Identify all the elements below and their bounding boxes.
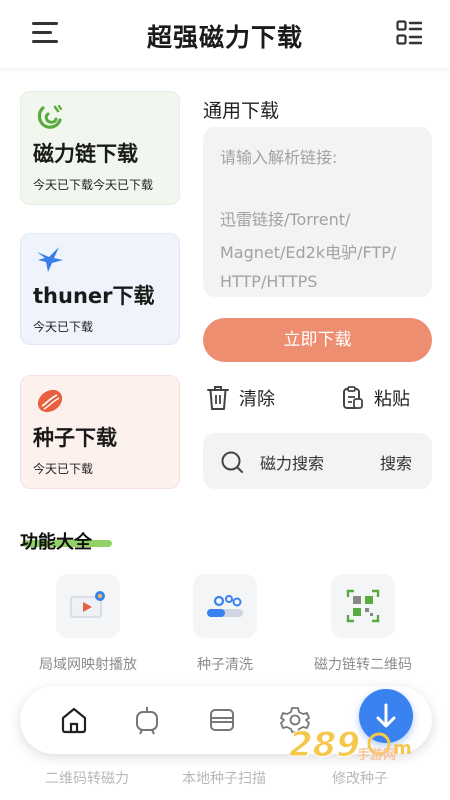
placeholder-line: 请输入解析链接: [220, 148, 338, 167]
feature-label: 二维码转磁力 [45, 771, 129, 787]
clipboard-icon [343, 386, 363, 409]
general-download-label: 通用下载 [203, 100, 280, 122]
paste-button[interactable]: 粘贴 [342, 384, 410, 412]
tv-icon[interactable] [131, 704, 163, 736]
clear-label: 清除 [239, 389, 275, 410]
list-icon[interactable] [206, 704, 238, 736]
watermark-text: 手游网 [357, 748, 397, 763]
app-header: 超强磁力下载 [0, 0, 450, 68]
feature-cast-play[interactable]: 局域网映射播放 [23, 574, 153, 674]
magnet-download-card[interactable]: 磁力链下载 今天已下载今天已下载 [20, 91, 180, 205]
list-view-icon[interactable] [396, 20, 423, 46]
feature-label: 局域网映射播放 [39, 657, 137, 673]
card-title: 种子下载 [33, 426, 117, 450]
feature-label: 种子清洗 [197, 657, 253, 673]
feature-seed-clean[interactable]: 种子清洗 [160, 574, 290, 674]
feature-label: 磁力链转二维码 [314, 657, 412, 673]
link-input[interactable]: 请输入解析链接: 迅雷链接/Torrent/ Magnet/Ed2k电驴/FTP… [203, 127, 432, 297]
svg-text:289: 289 [289, 725, 360, 765]
feature-label: 本地种子扫描 [182, 771, 266, 787]
card-subtitle: 今天已下载 [33, 462, 94, 476]
card-title: thuner下载 [33, 284, 155, 308]
thunder-bird-icon [35, 244, 65, 274]
clear-button[interactable]: 清除 [207, 384, 275, 412]
seed-download-card[interactable]: 种子下载 今天已下载 [20, 375, 180, 489]
search-button[interactable]: 搜索 [380, 450, 412, 474]
thunder-download-card[interactable]: thuner下载 今天已下载 [20, 233, 180, 345]
placeholder-line: HTTP/HTTPS [220, 272, 318, 291]
feature-label: 修改种子 [332, 771, 388, 787]
seed-clean-icon [193, 574, 257, 638]
home-icon[interactable] [58, 704, 90, 736]
card-subtitle: 今天已下载今天已下载 [33, 178, 154, 192]
card-subtitle: 今天已下载 [33, 320, 94, 334]
magnet-icon [35, 102, 65, 132]
cast-play-icon [56, 574, 120, 638]
download-now-button[interactable]: 立即下载 [203, 318, 432, 362]
paste-label: 粘贴 [374, 389, 410, 410]
magnet-search-box[interactable]: 磁力搜索 搜索 [203, 433, 432, 489]
page-title: 超强磁力下载 [146, 23, 303, 52]
placeholder-line: Magnet/Ed2k电驴/FTP/ [220, 243, 397, 262]
watermark-logo: 289 m 手游网 [285, 718, 435, 768]
card-title: 磁力链下载 [33, 142, 138, 166]
trash-icon [207, 386, 229, 410]
features-title: 功能大全 [20, 532, 92, 553]
feature-qr-code[interactable]: 磁力链转二维码 [298, 574, 428, 674]
seed-icon [35, 386, 65, 416]
qr-code-icon [331, 574, 395, 638]
placeholder-line: 迅雷链接/Torrent/ [220, 210, 351, 229]
search-input[interactable]: 磁力搜索 [260, 450, 324, 474]
search-icon [221, 451, 243, 473]
